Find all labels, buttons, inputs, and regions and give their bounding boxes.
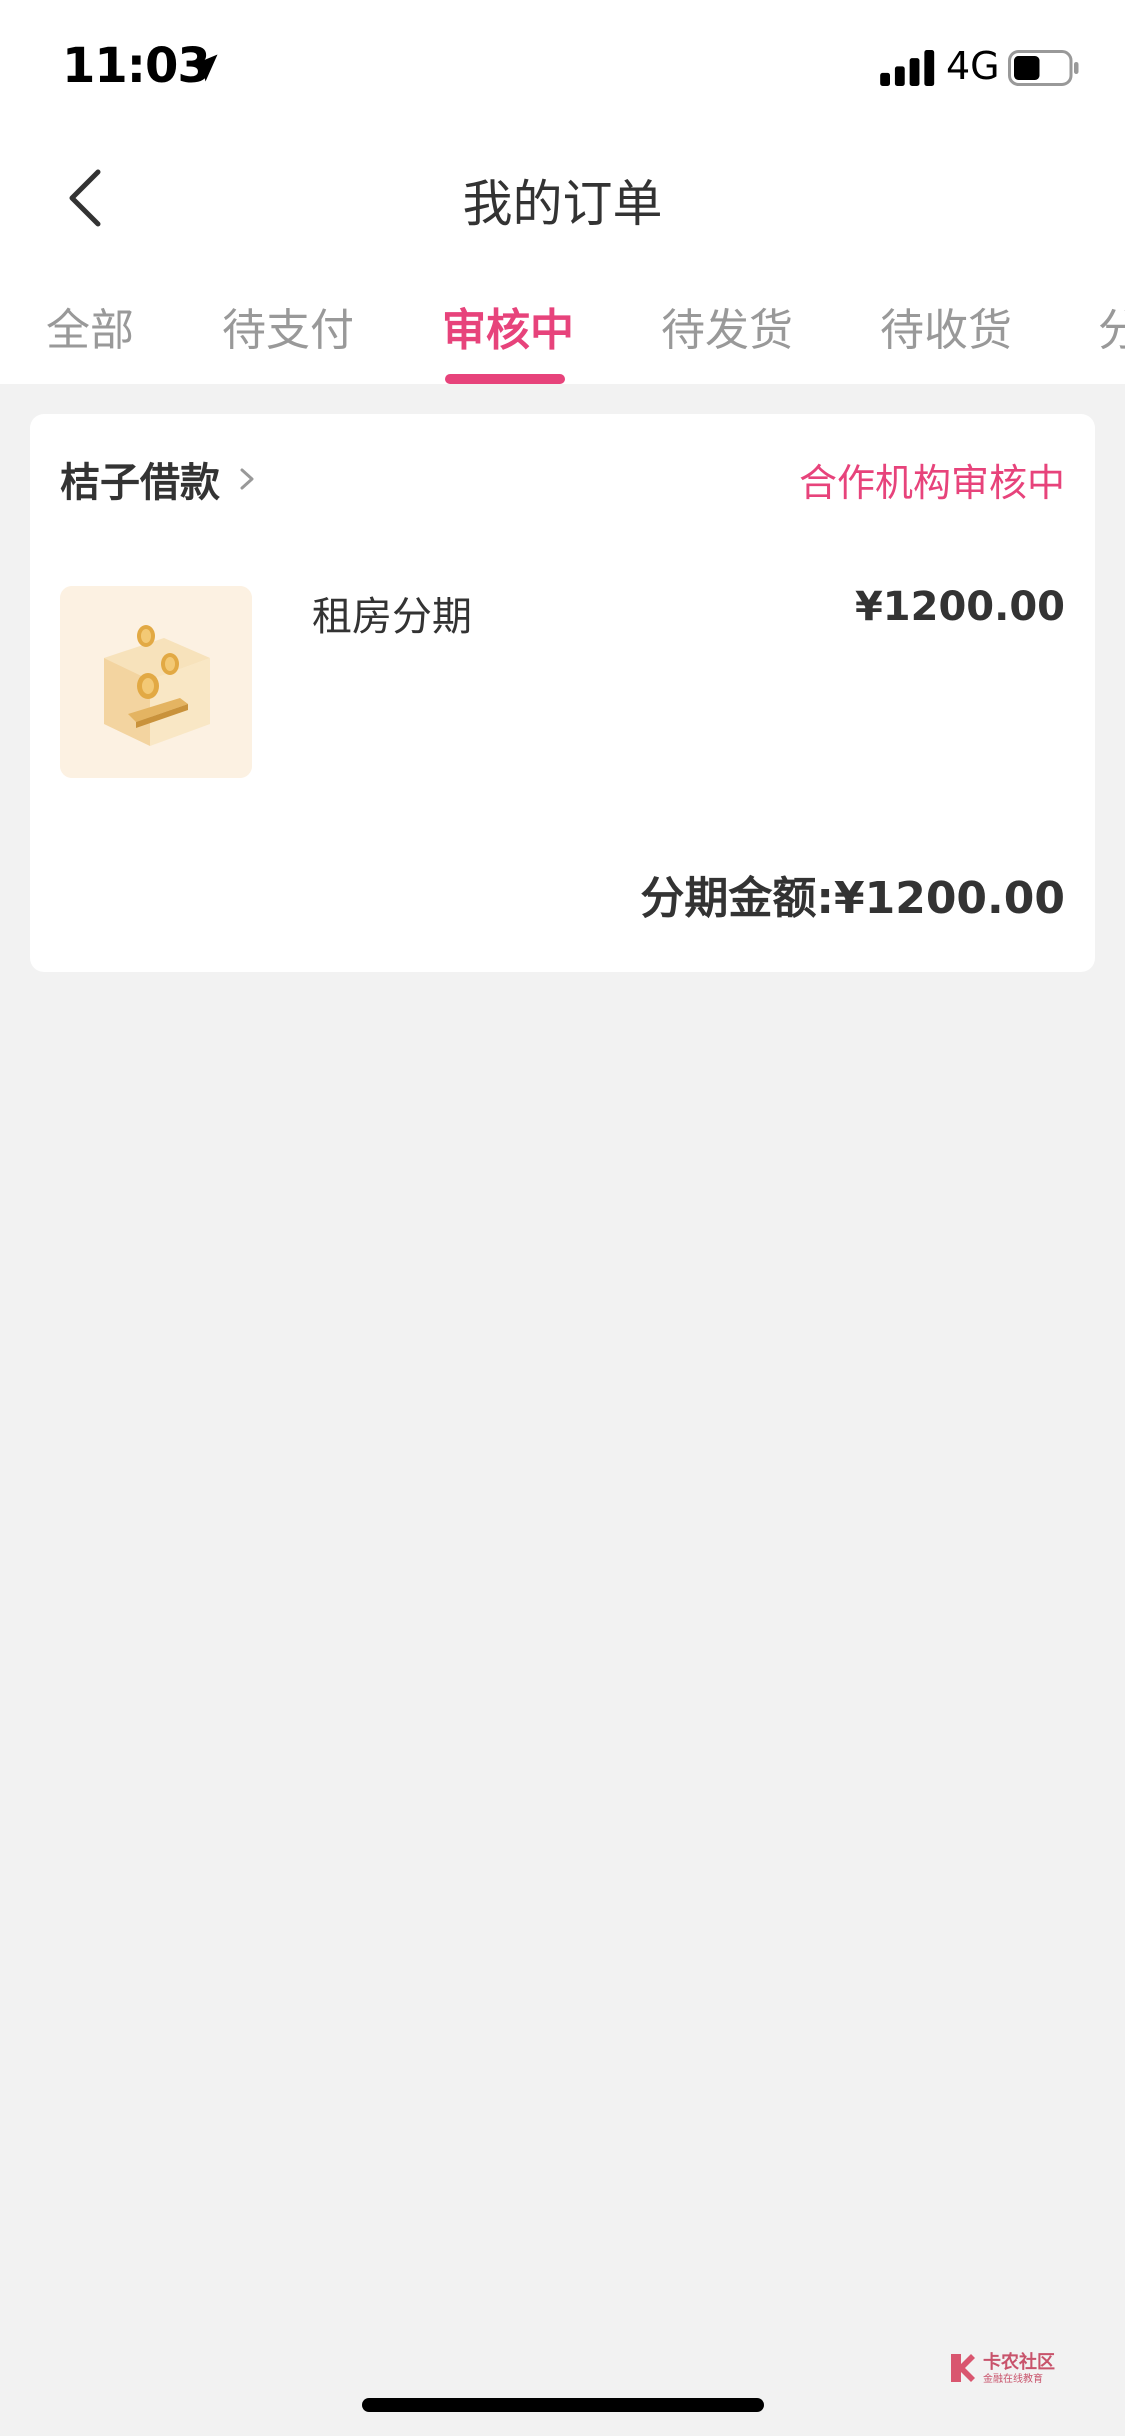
installment-total: 分期金额:¥1200.00: [640, 873, 1065, 924]
merchant-link[interactable]: 桔子借款: [60, 450, 260, 508]
product-price: ¥1200.00: [854, 584, 1065, 630]
tab-installment[interactable]: 分: [1098, 294, 1125, 358]
tab-pending-shipment[interactable]: 待发货: [661, 294, 793, 358]
tab-under-review[interactable]: 审核中: [442, 294, 574, 358]
tab-all[interactable]: 全部: [46, 294, 134, 358]
status-bar: 11:03 4G: [0, 0, 1125, 132]
tab-pending-payment[interactable]: 待支付: [222, 294, 354, 358]
signal-icon: [880, 50, 935, 86]
merchant-name: 桔子借款: [60, 460, 220, 506]
watermark: 卡农社区 金融在线教育: [945, 2348, 1065, 2388]
location-arrow-icon: [190, 54, 218, 82]
home-indicator[interactable]: [362, 2398, 764, 2412]
nav-header: 我的订单: [0, 132, 1125, 264]
order-card[interactable]: 桔子借款 合作机构审核中 租房分期 ¥1200.00 分期金额:¥1200.00: [30, 414, 1095, 972]
page-title: 我的订单: [462, 175, 663, 233]
order-tab-bar: 全部 待支付 审核中 待发货 待收货 分: [0, 264, 1125, 384]
watermark-subtitle: 金融在线教育: [983, 2374, 1043, 2385]
battery-icon: [1008, 50, 1079, 86]
kanong-logo-icon: [951, 2354, 975, 2382]
active-tab-indicator: [445, 374, 565, 384]
chevron-right-icon: [240, 468, 254, 490]
product-name: 租房分期: [312, 594, 472, 640]
tab-pending-receipt[interactable]: 待收货: [880, 294, 1012, 358]
order-status: 合作机构审核中: [798, 461, 1065, 505]
network-label: 4G: [946, 44, 1000, 88]
coin-box-icon: [60, 586, 252, 778]
